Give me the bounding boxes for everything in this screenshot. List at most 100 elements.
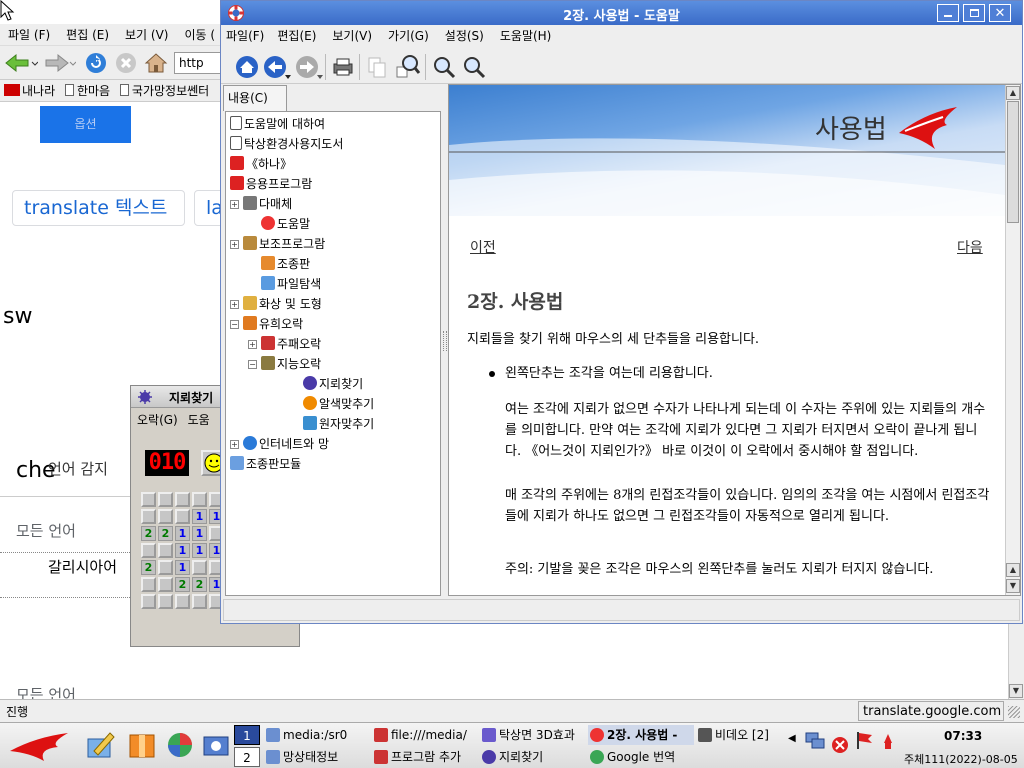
help-menu-help[interactable]: 도움말(H) — [492, 25, 560, 47]
tree-item[interactable]: − 지능오락 — [248, 354, 321, 374]
clock[interactable]: 07:33 — [944, 729, 982, 743]
globe-launcher-icon[interactable] — [164, 729, 196, 761]
translate-text-chip[interactable]: translate 텍스트 — [12, 190, 185, 226]
detect-language-tab[interactable]: 언어 감지 — [48, 458, 108, 479]
print-icon[interactable] — [331, 55, 355, 79]
tree-item[interactable]: 조종판모듈 — [230, 454, 301, 474]
mine-cell[interactable] — [158, 560, 173, 575]
mine-cell[interactable]: 1 — [175, 560, 190, 575]
expand-icon[interactable]: + — [230, 200, 239, 209]
mine-cell[interactable] — [141, 577, 156, 592]
task-network-info[interactable]: 망상태정보 — [264, 747, 370, 767]
tree-item[interactable]: + 보조프로그람 — [230, 234, 325, 254]
package-launcher-icon[interactable] — [126, 729, 158, 761]
mine-cell[interactable] — [141, 492, 156, 507]
home-icon[interactable] — [144, 51, 168, 75]
mine-cell[interactable] — [141, 509, 156, 524]
home-icon[interactable] — [235, 55, 259, 79]
mine-cell[interactable] — [175, 492, 190, 507]
language-option-galician[interactable]: 갈리시아어 — [48, 556, 117, 577]
mine-cell[interactable] — [158, 492, 173, 507]
tree-item[interactable]: + 다매체 — [230, 194, 292, 214]
scroll-down-icon[interactable]: ▼ — [1006, 579, 1020, 593]
mine-cell[interactable]: 2 — [175, 577, 190, 592]
editor-launcher-icon[interactable] — [84, 729, 116, 761]
collapse-icon[interactable]: − — [230, 320, 239, 329]
scroll-thumb[interactable] — [1007, 101, 1019, 223]
tree-item[interactable]: 알색맞추기 — [290, 394, 374, 414]
error-tray-icon[interactable] — [830, 735, 850, 755]
mine-cell[interactable] — [192, 492, 207, 507]
media-launcher-icon[interactable] — [200, 729, 232, 761]
options-button[interactable]: 옵션 — [40, 106, 131, 143]
tree-item[interactable]: 《하나》 — [230, 154, 292, 174]
bookmark-network-center[interactable]: 국가망정보쎈터 — [114, 84, 209, 98]
mine-cell[interactable]: 2 — [141, 526, 156, 541]
resize-grip-icon[interactable] — [1008, 706, 1020, 718]
expand-icon[interactable]: + — [230, 240, 239, 249]
bookmark-hanmaum[interactable]: 한마음 — [59, 84, 110, 98]
close-button[interactable]: ✕ — [989, 4, 1011, 22]
help-menu-go[interactable]: 가기(G) — [380, 25, 437, 47]
help-menu-edit[interactable]: 편집(E) — [269, 25, 324, 47]
forward-icon[interactable] — [295, 55, 325, 81]
network-tray-icon[interactable] — [804, 729, 826, 751]
scroll-up-icon[interactable]: ▲ — [1006, 86, 1020, 100]
mine-cell[interactable]: 1 — [192, 543, 207, 558]
browser-menu-file[interactable]: 파일 (F) — [0, 24, 58, 46]
mine-cell[interactable] — [192, 560, 207, 575]
tree-item[interactable]: 응용프로그람 — [230, 174, 312, 194]
help-menu-settings[interactable]: 설정(S) — [437, 25, 492, 47]
expand-icon[interactable]: + — [248, 340, 257, 349]
stop-icon[interactable] — [114, 51, 138, 75]
minesweeper-menu-game[interactable]: 오락(G) — [137, 413, 178, 427]
tree-item[interactable]: + 화상 및 도형 — [230, 294, 322, 314]
next-link[interactable]: 다음 — [957, 237, 983, 257]
help-menu-view[interactable]: 보기(V) — [324, 25, 380, 47]
mine-cell[interactable]: 1 — [175, 526, 190, 541]
collapse-icon[interactable]: − — [248, 360, 257, 369]
tree-item[interactable]: 탁상환경사용지도서 — [230, 134, 343, 154]
zoom-in-icon[interactable] — [431, 54, 457, 80]
browser-scroll-down-icon[interactable]: ▼ — [1009, 684, 1023, 698]
mine-cell[interactable] — [175, 594, 190, 609]
zoom-out-icon[interactable] — [461, 54, 487, 80]
tree-item[interactable]: + 주패오락 — [248, 334, 321, 354]
pager-desktop-2[interactable]: 2 — [234, 747, 260, 767]
tree-item[interactable]: 조종판 — [248, 254, 310, 274]
mine-cell[interactable] — [192, 594, 207, 609]
mine-cell[interactable]: 2 — [158, 526, 173, 541]
mine-cell[interactable] — [158, 577, 173, 592]
tray-arrow-icon[interactable]: ◀ — [788, 733, 796, 744]
help-titlebar[interactable]: 2장. 사용법 - 도움말 ✕ — [221, 1, 1022, 25]
pane-splitter[interactable] — [443, 331, 447, 351]
tab-contents[interactable]: 내용(C) — [223, 85, 287, 111]
expand-icon[interactable]: + — [230, 300, 239, 309]
bookmark-naenara[interactable]: 내나라 — [0, 84, 55, 98]
flag-tray-icon[interactable] — [854, 729, 876, 751]
tree-item[interactable]: + 인터네트와 망 — [230, 434, 329, 454]
mine-cell[interactable] — [158, 594, 173, 609]
rocket-tray-icon[interactable] — [880, 733, 896, 751]
browser-menu-go[interactable]: 이동 ( — [176, 24, 223, 46]
tree-item[interactable]: 파일탐색 — [248, 274, 321, 294]
task-add-program[interactable]: 프로그람 추가 — [372, 747, 478, 767]
task-help-active[interactable]: 2장. 사용법 - — [588, 725, 694, 745]
browser-menu-view[interactable]: 보기 (V) — [117, 24, 176, 46]
start-menu-bird-icon[interactable] — [8, 729, 70, 763]
mine-cell[interactable] — [158, 543, 173, 558]
task-file-browser[interactable]: file:///media/ — [372, 725, 478, 745]
find-icon[interactable] — [395, 53, 421, 79]
reload-icon[interactable] — [84, 51, 108, 75]
scroll-down-arrow-icon[interactable]: ▲ — [1006, 563, 1020, 577]
pager-desktop-1[interactable]: 1 — [234, 725, 260, 745]
mine-cell[interactable] — [141, 594, 156, 609]
mine-cell[interactable]: 1 — [175, 543, 190, 558]
mine-cell[interactable] — [175, 509, 190, 524]
back-arrow-icon[interactable] — [4, 52, 38, 74]
minesweeper-menu-help[interactable]: 도움 — [188, 413, 210, 427]
mine-cell[interactable]: 2 — [192, 577, 207, 592]
help-menu-file[interactable]: 파일(F) — [221, 25, 269, 47]
mine-cell[interactable]: 1 — [192, 509, 207, 524]
mine-cell[interactable] — [141, 543, 156, 558]
